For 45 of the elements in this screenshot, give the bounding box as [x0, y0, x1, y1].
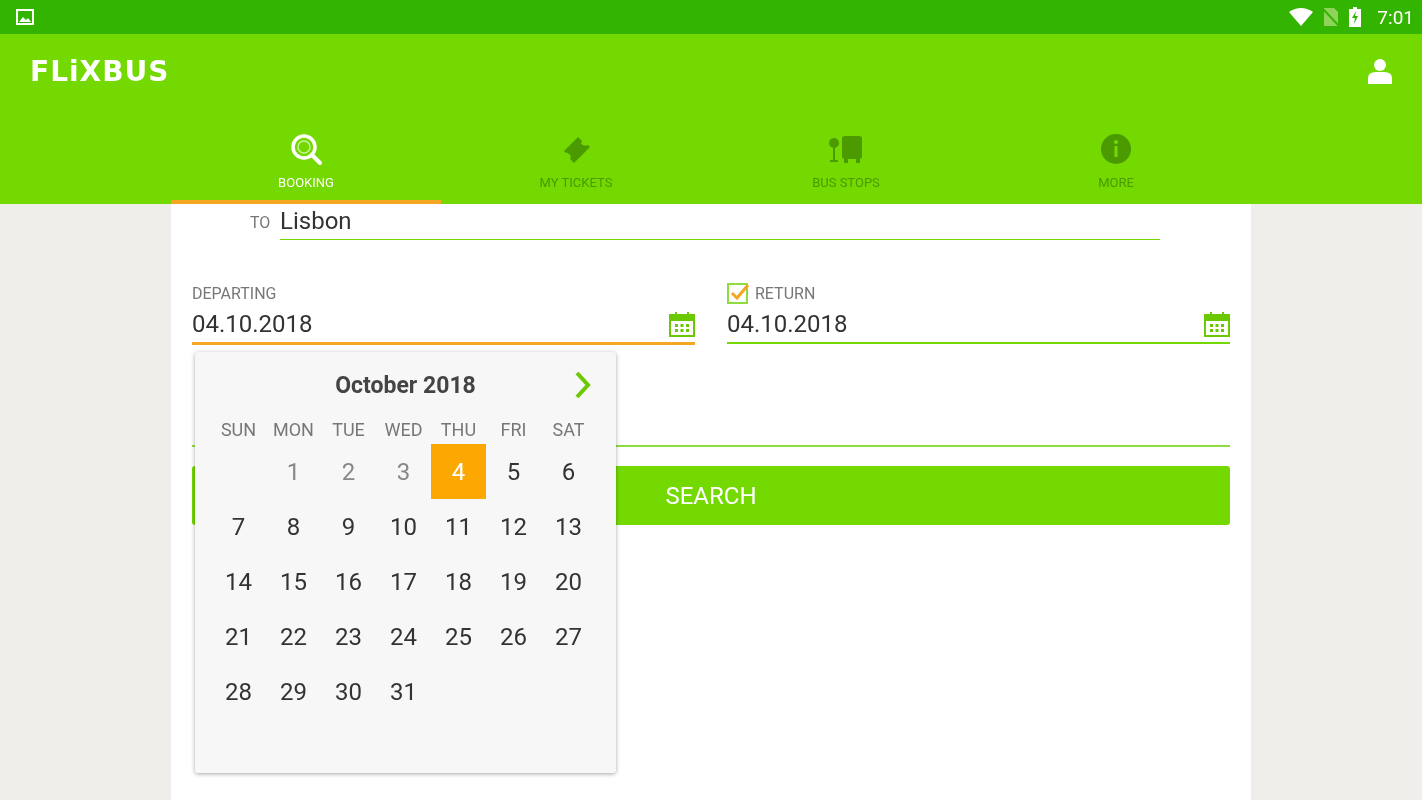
clock-time: 7:01 [1377, 5, 1414, 29]
calendar-icon[interactable] [1204, 311, 1230, 337]
calendar-day[interactable]: 23 [321, 609, 376, 664]
date-field[interactable]: 04.10.2018 [192, 306, 695, 345]
weekday-label: THU [439, 418, 478, 440]
calendar-day[interactable]: 16 [321, 554, 376, 609]
weekday-label: SAT [551, 418, 586, 440]
wifi-icon [1289, 8, 1314, 26]
month-title: October 2018 [335, 371, 476, 399]
logo: FLiXBUS [30, 54, 170, 88]
bus-stop-icon [828, 133, 864, 165]
calendar-day[interactable]: 26 [486, 609, 541, 664]
search-icon [290, 133, 322, 165]
calendar-day[interactable]: 27 [541, 609, 596, 664]
calendar-day[interactable]: 18 [431, 554, 486, 609]
calendar-day[interactable]: 25 [431, 609, 486, 664]
field-label: DEPARTING [192, 283, 277, 303]
calendar-icon[interactable] [669, 311, 695, 337]
calendar-day[interactable]: 31 [376, 664, 431, 719]
account-icon[interactable] [1368, 58, 1392, 84]
calendar-day[interactable]: 21 [211, 609, 266, 664]
battery-charging-icon [1349, 7, 1362, 27]
checkbox[interactable] [727, 282, 749, 304]
calendar-day[interactable]: 14 [211, 554, 266, 609]
field-label: TO [250, 213, 272, 234]
calendar-day[interactable]: 22 [266, 609, 321, 664]
date-field[interactable]: 04.10.2018 [727, 306, 1230, 344]
image-icon [16, 9, 34, 25]
calendar-day[interactable]: 24 [376, 609, 431, 664]
calendar-day[interactable]: 20 [541, 554, 596, 609]
no-sim-icon [1323, 7, 1340, 27]
calendar-day[interactable]: 15 [266, 554, 321, 609]
field-label: RETURN [755, 283, 816, 303]
weekday-label: TUE [331, 418, 366, 440]
calendar-day[interactable]: 28 [211, 664, 266, 719]
destination-field[interactable]: Lisbon [280, 207, 1160, 240]
weekday-label: SUN [219, 418, 258, 440]
weekday-label: MON [272, 418, 315, 440]
info-icon [1100, 133, 1132, 165]
weekday-label: WED [383, 418, 424, 440]
calendar-day[interactable]: 30 [321, 664, 376, 719]
calendar-day[interactable]: 19 [486, 554, 541, 609]
weekday-label: FRI [499, 418, 528, 440]
calendar-day[interactable]: 29 [266, 664, 321, 719]
calendar-day[interactable]: 17 [376, 554, 431, 609]
